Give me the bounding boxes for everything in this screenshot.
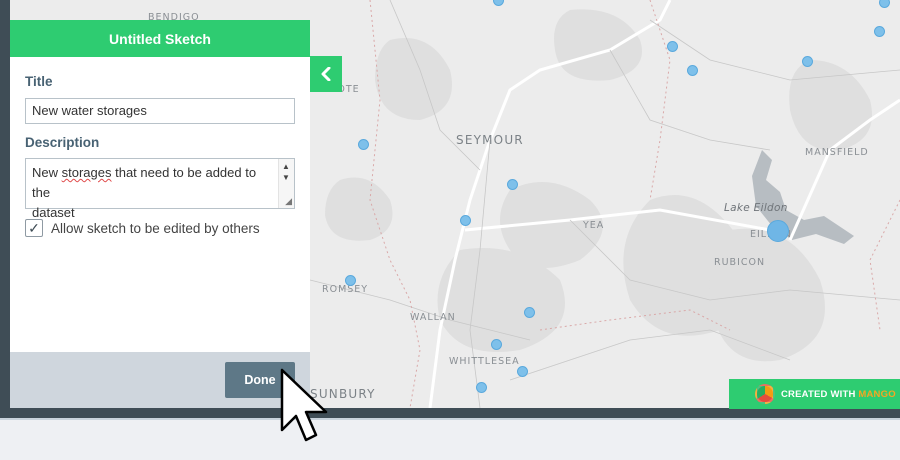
page-background — [0, 418, 900, 460]
map-marker[interactable] — [873, 25, 885, 37]
map-marker[interactable] — [878, 0, 890, 8]
map-label: MANSFIELD — [805, 147, 869, 158]
map-marker[interactable] — [801, 55, 813, 67]
badge-text: CREATED WITH MANGO — [781, 388, 896, 400]
map-marker[interactable] — [344, 274, 356, 286]
description-textarea[interactable]: New storages that need to be added to th… — [25, 158, 295, 220]
mango-logo-icon — [755, 384, 775, 404]
checkmark-icon: ✓ — [28, 219, 40, 236]
map-marker[interactable] — [506, 178, 518, 190]
scroll-down-icon[interactable]: ▼ — [282, 173, 290, 182]
resize-grip-icon[interactable]: ◢ — [285, 196, 292, 207]
chevron-left-icon — [321, 67, 331, 81]
map-marker[interactable] — [686, 64, 698, 76]
map-label: Lake Eildon — [724, 202, 788, 214]
map-marker[interactable] — [357, 138, 369, 150]
created-with-badge[interactable]: CREATED WITH MANGO — [729, 379, 900, 409]
scroll-up-icon[interactable]: ▲ — [282, 162, 290, 171]
map-label: ROMSEY — [322, 284, 369, 295]
map-marker[interactable] — [767, 220, 789, 242]
misspelled-word: storages — [61, 165, 112, 180]
allow-edit-checkbox[interactable]: ✓ — [25, 219, 43, 237]
collapse-panel-button[interactable] — [310, 56, 342, 92]
map-label: WALLAN — [410, 312, 456, 323]
map-marker[interactable] — [523, 306, 535, 318]
sketch-panel: Untitled Sketch Title New water storages… — [10, 20, 310, 408]
title-label: Title — [25, 74, 53, 89]
map-label: WHITTLESEA — [449, 356, 520, 367]
map-marker[interactable] — [516, 365, 528, 377]
mouse-pointer-icon — [280, 368, 328, 442]
allow-edit-row[interactable]: ✓ Allow sketch to be edited by others — [25, 219, 260, 237]
panel-footer: Done — [10, 352, 310, 408]
description-label: Description — [25, 135, 100, 150]
description-text: New storages that need to be added to th… — [32, 165, 257, 220]
allow-edit-label: Allow sketch to be edited by others — [51, 220, 260, 236]
map-marker[interactable] — [475, 381, 487, 393]
map-label: SEYMOUR — [456, 133, 524, 147]
map-marker[interactable] — [666, 40, 678, 52]
map-marker[interactable] — [490, 338, 502, 350]
map-label: RUBICON — [714, 257, 766, 268]
map-marker[interactable] — [492, 0, 504, 6]
title-input[interactable]: New water storages — [25, 98, 295, 124]
map-marker[interactable] — [459, 214, 471, 226]
map-label: YEA — [583, 220, 605, 231]
panel-title: Untitled Sketch — [10, 20, 310, 57]
